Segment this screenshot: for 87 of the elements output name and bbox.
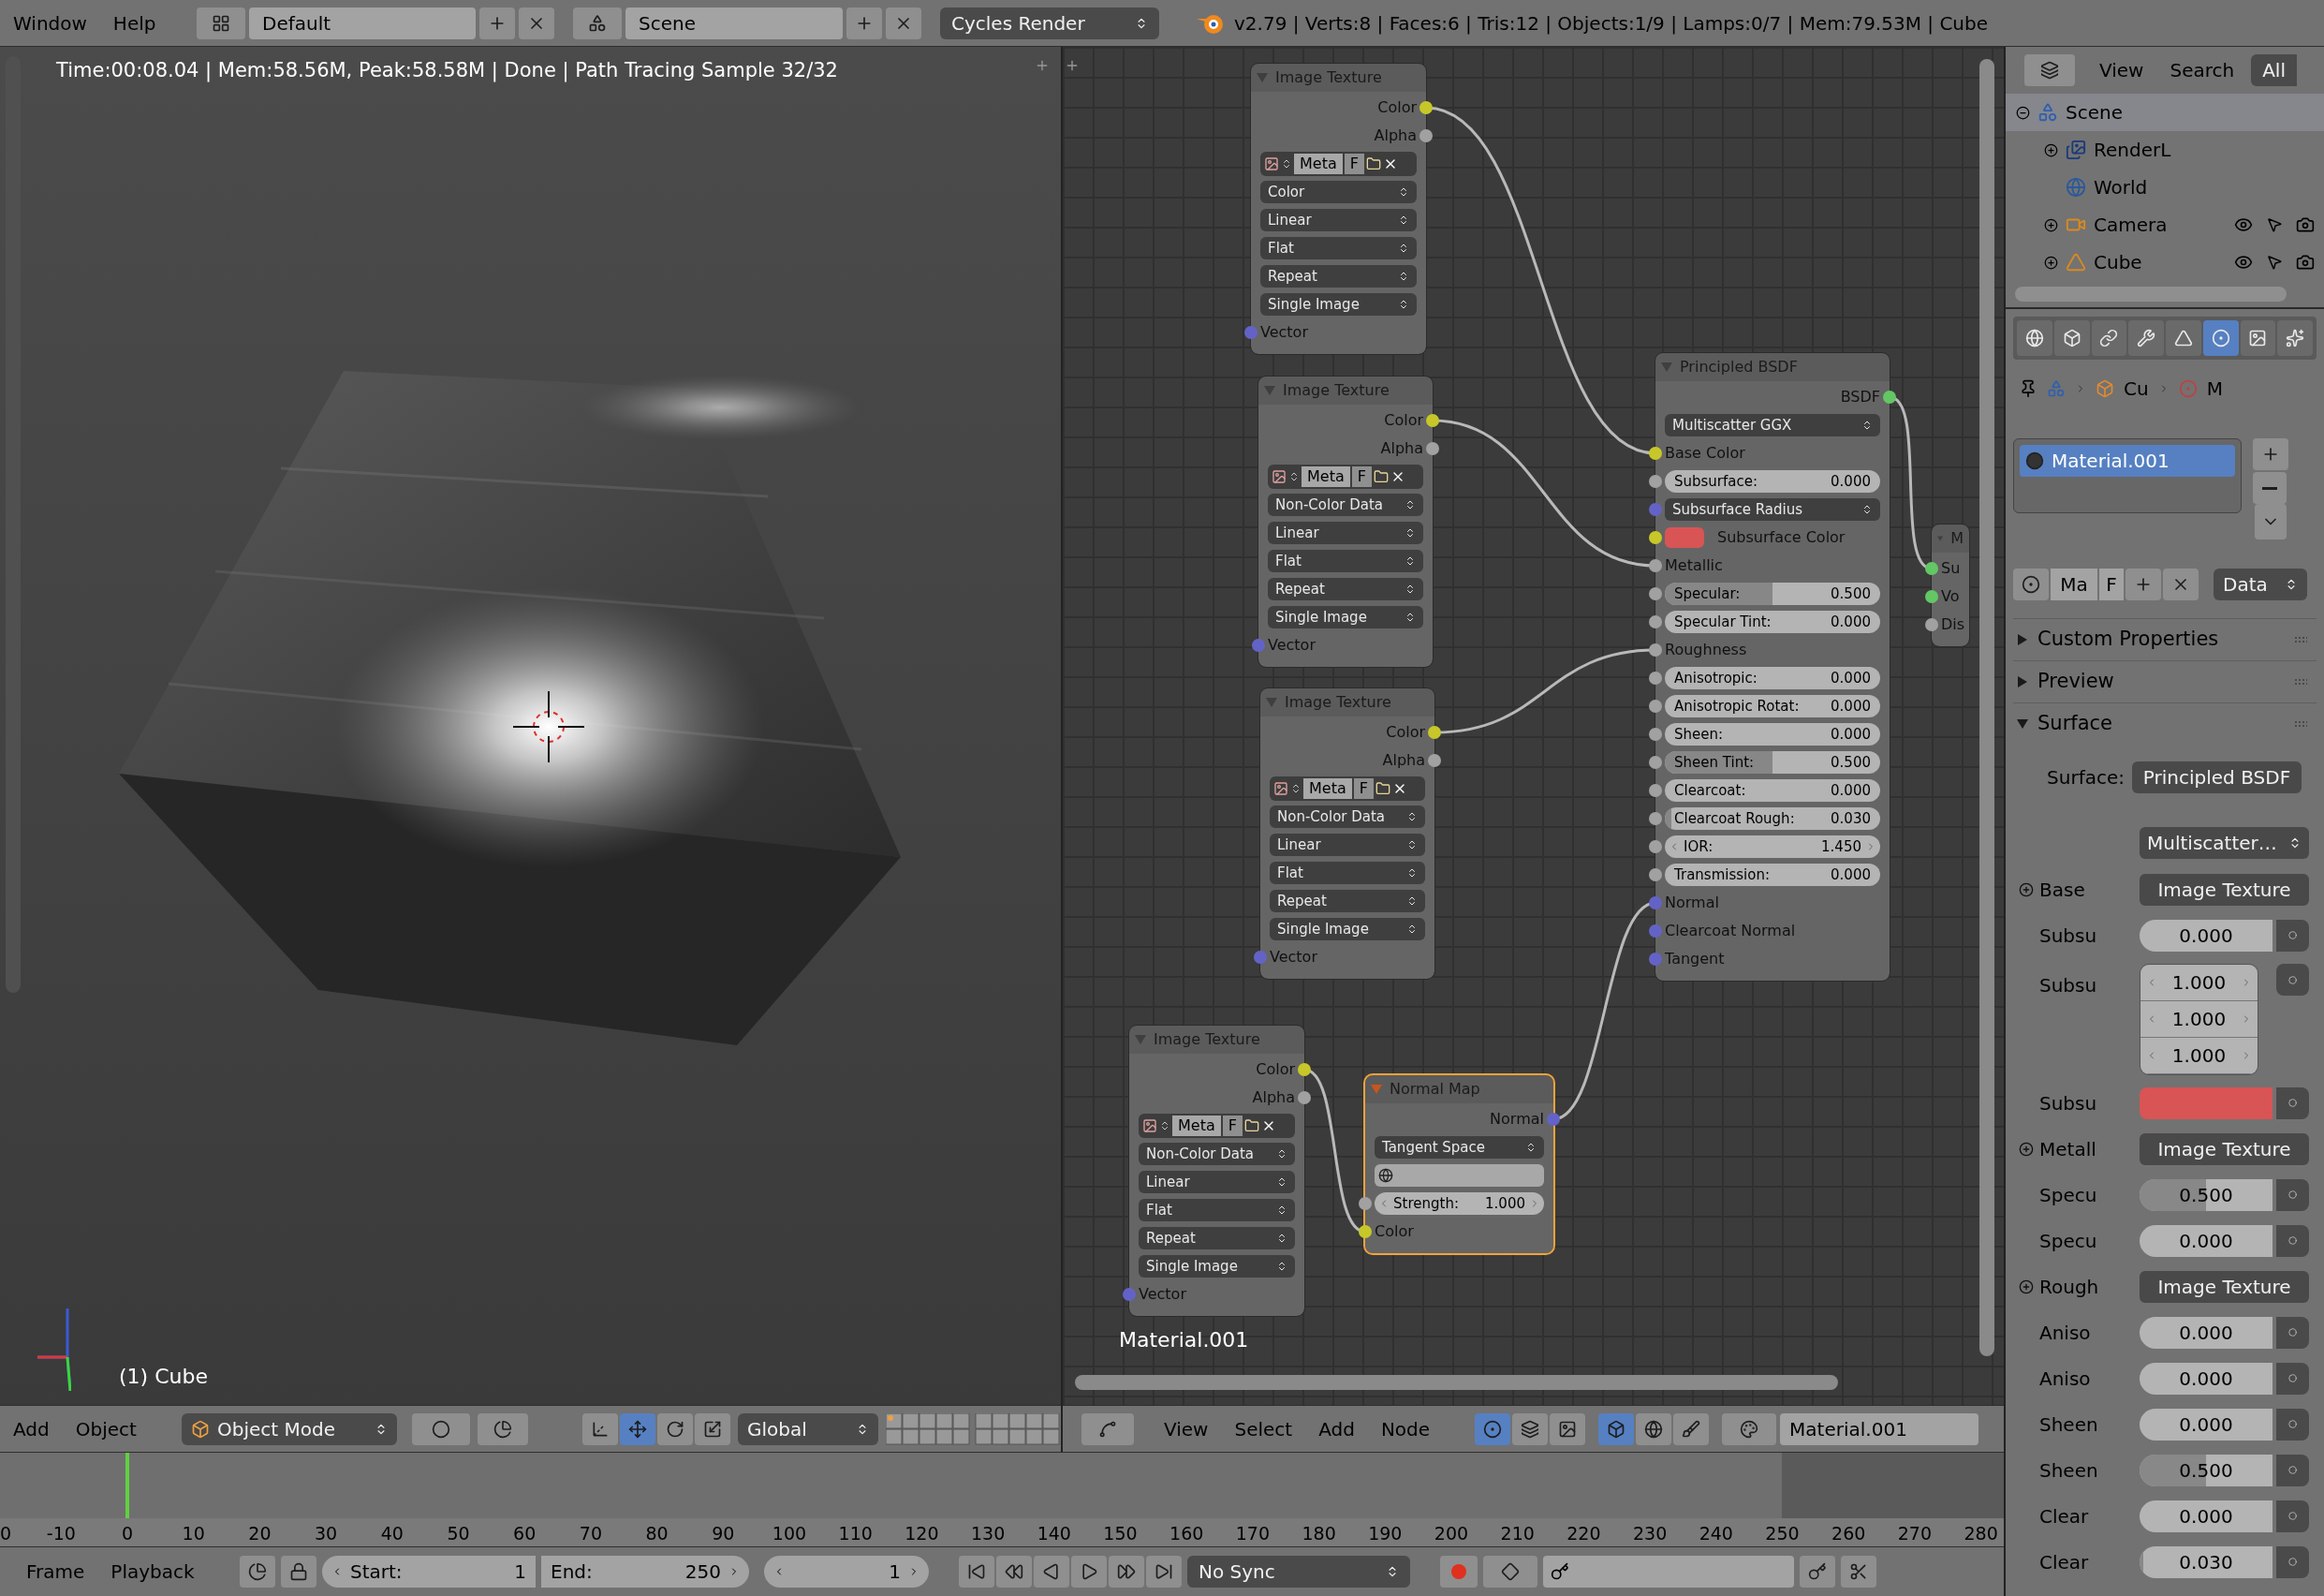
ruler-label: 170 <box>1235 1522 1270 1545</box>
socket-label: Vo <box>1941 586 1960 607</box>
ruler-label: 30 <box>315 1522 338 1545</box>
scene-stats: v2.79 | Verts:8 | Faces:6 | Tris:12 | Objects:1/9 | Lamps:0/7 | Mem:79.53M | Cube <box>1234 10 1989 37</box>
ruler-label: 220 <box>1566 1522 1601 1545</box>
socket-label: Alpha <box>1374 126 1417 146</box>
ruler-label: 140 <box>1037 1522 1071 1545</box>
node-title: Normal Map <box>1390 1079 1480 1100</box>
socket-label: Color <box>1386 722 1425 743</box>
socket-label: Tangent <box>1665 949 1725 969</box>
property-label: Clear <box>2039 1503 2090 1530</box>
ruler-label: 130 <box>970 1522 1006 1545</box>
socket-label: Vector <box>1270 947 1317 968</box>
socket-label: Color <box>1375 1221 1414 1242</box>
material-label: Material.001 <box>1119 1327 1249 1353</box>
socket-label: Alpha <box>1382 750 1425 771</box>
ruler-label: 150 <box>1103 1522 1138 1545</box>
socket-label: BSDF <box>1840 387 1880 407</box>
node-title: Image Texture <box>1285 692 1391 713</box>
node-title: Principled BSDF <box>1680 357 1798 377</box>
socket-label: Roughness <box>1665 640 1747 660</box>
socket-label: Vector <box>1260 322 1308 343</box>
ruler-label: 110 <box>838 1522 873 1545</box>
property-label: Subsu <box>2039 1090 2098 1116</box>
socket-label: Color <box>1384 410 1423 431</box>
node-title: Image Texture <box>1154 1029 1260 1050</box>
socket-label: Subsurface Color <box>1717 527 1846 548</box>
outliner-label: World <box>2094 175 2149 200</box>
outliner-label: Camera <box>2094 213 2169 238</box>
ruler-label: 270 <box>1897 1522 1932 1545</box>
socket-label: Normal <box>1490 1109 1544 1130</box>
property-label: Clear <box>2039 1549 2090 1575</box>
outliner-label: Scene <box>2066 100 2124 126</box>
ruler-label: 20 <box>248 1522 272 1545</box>
ruler-label: 180 <box>1302 1522 1336 1545</box>
node-title: Image Texture <box>1283 380 1390 401</box>
property-label: Subsu <box>2039 973 2098 998</box>
property-label: Aniso <box>2039 1366 2092 1392</box>
socket-label: Vector <box>1268 635 1316 656</box>
socket-label: Alpha <box>1252 1087 1295 1108</box>
ruler-label: 200 <box>1434 1522 1469 1545</box>
ruler-label: 10 <box>182 1522 205 1545</box>
node-title: M <box>1950 528 1964 549</box>
socket-label: Vector <box>1139 1284 1186 1305</box>
property-label: Metall <box>2039 1136 2097 1162</box>
socket-label: Metallic <box>1665 555 1723 576</box>
property-label: Base <box>2039 877 2086 903</box>
property-label: Subsu <box>2039 923 2098 949</box>
ruler-label: 160 <box>1169 1522 1204 1545</box>
property-label: Aniso <box>2039 1320 2092 1346</box>
ruler-label: 40 <box>380 1522 404 1545</box>
ruler-label: 90 <box>712 1522 735 1545</box>
socket-label: Normal <box>1665 893 1719 913</box>
ruler-label: -10 <box>46 1522 76 1545</box>
ruler-label: 0 <box>0 1522 12 1545</box>
ruler-label: 80 <box>645 1522 669 1545</box>
property-label: Specu <box>2039 1182 2098 1208</box>
socket-label: Su <box>1941 558 1961 579</box>
ruler-label: 120 <box>905 1522 939 1545</box>
socket-label: Color <box>1377 97 1417 118</box>
ruler-label: 210 <box>1500 1522 1535 1545</box>
property-label: Rough <box>2039 1274 2100 1300</box>
property-label: Surface: <box>2046 765 2125 791</box>
object-label: (1) Cube <box>119 1364 208 1390</box>
socket-label: Dis <box>1941 614 1965 635</box>
ruler-label: 60 <box>513 1522 537 1545</box>
ruler-label: 250 <box>1765 1522 1800 1545</box>
socket-label: Color <box>1256 1059 1295 1080</box>
ruler-label: 240 <box>1699 1522 1733 1545</box>
ruler-label: 230 <box>1632 1522 1668 1545</box>
socket-label: Base Color <box>1665 443 1745 464</box>
property-label: Sheen <box>2039 1411 2099 1438</box>
outliner-label: Cube <box>2094 250 2143 275</box>
socket-label: Alpha <box>1380 438 1423 459</box>
ruler-label: 0 <box>121 1522 134 1545</box>
ruler-label: 260 <box>1831 1522 1866 1545</box>
ruler-label: 100 <box>772 1522 807 1545</box>
ruler-label: 190 <box>1368 1522 1403 1545</box>
outliner-label: RenderL <box>2094 138 2172 163</box>
property-label: Specu <box>2039 1228 2098 1254</box>
ruler-label: 50 <box>447 1522 470 1545</box>
ruler-label: 280 <box>1964 1522 1998 1545</box>
render-info: Time:00:08.04 | Mem:58.56M, Peak:58.58M | Done | Path Tracing Sample 32/32 <box>56 58 838 84</box>
socket-label: Clearcoat Normal <box>1665 921 1796 941</box>
property-label: Sheen <box>2039 1457 2099 1484</box>
ruler-label: 70 <box>579 1522 602 1545</box>
node-title: Image Texture <box>1275 67 1382 88</box>
